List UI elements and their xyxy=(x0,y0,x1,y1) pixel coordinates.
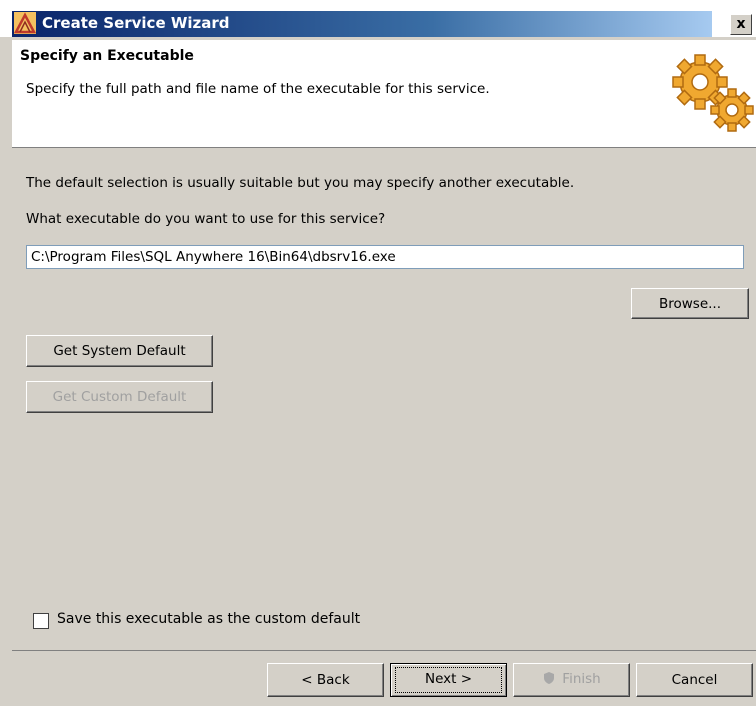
page-title: Specify an Executable xyxy=(20,48,194,64)
browse-button[interactable]: Browse... xyxy=(631,288,749,319)
window-title: Create Service Wizard xyxy=(42,14,230,32)
next-label: Next > xyxy=(424,671,473,687)
save-custom-default-checkbox[interactable] xyxy=(33,613,49,629)
close-button[interactable]: x xyxy=(730,14,752,35)
footer-divider xyxy=(12,650,756,651)
executable-question-label: What executable do you want to use for t… xyxy=(26,211,386,227)
next-button[interactable]: Next > xyxy=(390,663,507,697)
page-subtitle: Specify the full path and file name of t… xyxy=(26,81,490,97)
get-custom-default-button[interactable]: Get Custom Default xyxy=(26,381,213,413)
finish-label: Finish xyxy=(562,671,601,687)
finish-button[interactable]: Finish xyxy=(513,663,630,697)
wizard-header: Specify an Executable Specify the full p… xyxy=(12,40,756,148)
shield-icon xyxy=(544,672,555,684)
executable-path-input[interactable] xyxy=(26,245,744,269)
cancel-button[interactable]: Cancel xyxy=(636,663,753,697)
title-bar[interactable]: Create Service Wizard x xyxy=(0,0,756,37)
save-custom-default-label[interactable]: Save this executable as the custom defau… xyxy=(57,611,360,627)
get-system-default-button[interactable]: Get System Default xyxy=(26,335,213,367)
back-button[interactable]: < Back xyxy=(267,663,384,697)
description-text: The default selection is usually suitabl… xyxy=(26,175,575,191)
close-icon: x xyxy=(736,16,746,32)
app-logo-icon xyxy=(14,12,36,34)
gears-icon xyxy=(672,54,754,132)
create-service-wizard-window: Create Service Wizard x Specify an Execu… xyxy=(0,0,756,706)
